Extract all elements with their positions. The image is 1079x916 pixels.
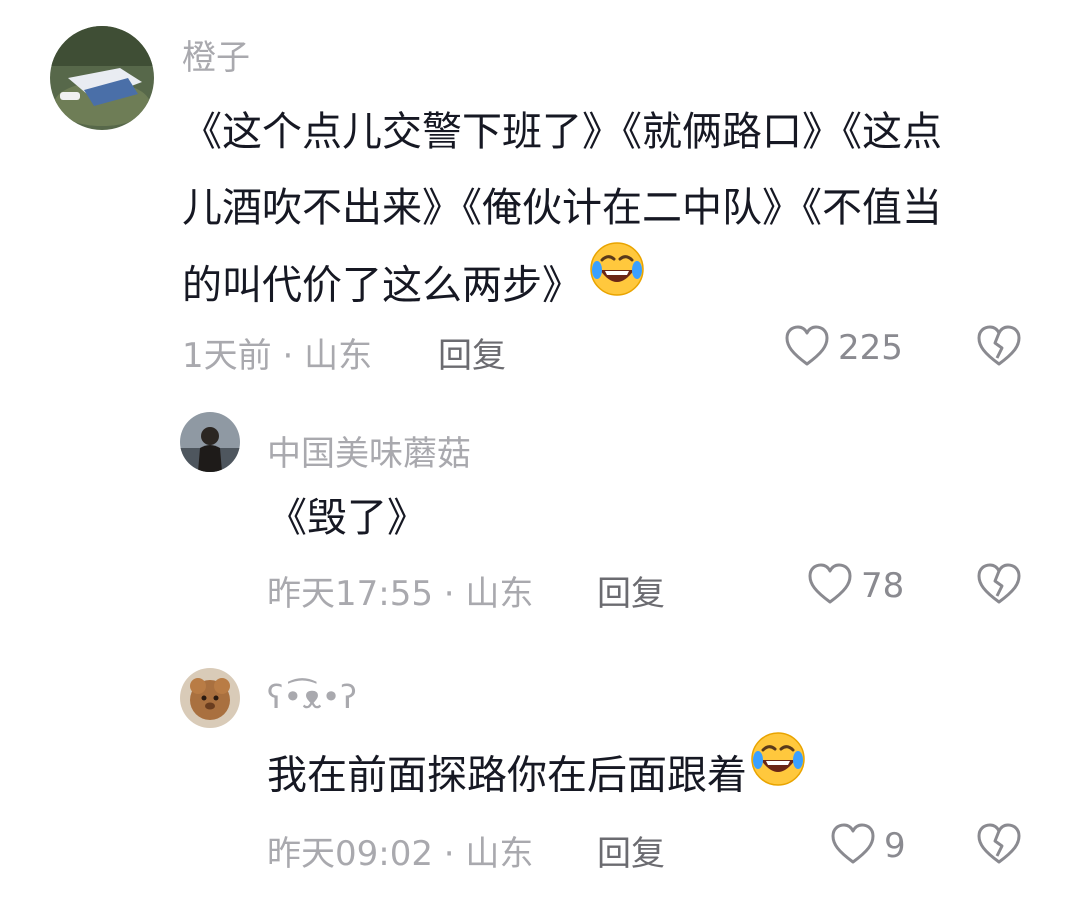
like-button[interactable]: 225 (784, 324, 903, 372)
like-button[interactable]: 78 (807, 562, 904, 610)
meta-separator: · (443, 834, 455, 874)
meta-separator: · (282, 336, 294, 376)
avatar[interactable] (50, 26, 154, 130)
comment-text: 我在前面探路你在后面跟着 (267, 732, 987, 819)
username[interactable]: 中国美味蘑菇 (267, 426, 471, 475)
broken-heart-icon (976, 823, 1022, 870)
comment-text-content: 我在前面探路你在后面跟着 (267, 752, 747, 799)
heart-outline-icon (807, 562, 853, 610)
location: 山东 (465, 574, 534, 614)
timestamp: 昨天17:55 (267, 574, 433, 614)
like-count: 78 (861, 566, 905, 606)
meta-separator: · (443, 574, 455, 614)
username[interactable]: ʕ•͡ᴥ•ʔ (267, 678, 357, 716)
like-button[interactable]: 9 (830, 822, 906, 870)
comment-text-content: 《毁了》 (267, 495, 427, 541)
heart-outline-icon (830, 822, 876, 870)
comment-text-content: 《这个点儿交警下班了》《就俩路口》《这点儿酒吹不出来》《俺伙计在二中队》《不值当… (182, 109, 942, 309)
dislike-button[interactable] (976, 562, 1022, 610)
comment-text: 《这个点儿交警下班了》《就俩路口》《这点儿酒吹不出来》《俺伙计在二中队》《不值当… (182, 94, 967, 329)
timestamp: 1天前 (182, 336, 272, 376)
broken-heart-icon (976, 325, 1022, 372)
reply-button[interactable]: 回复 (438, 328, 506, 377)
dislike-button[interactable] (976, 822, 1022, 870)
comment-text: 《毁了》 (267, 482, 967, 554)
avatar[interactable] (180, 668, 240, 728)
rolling-laughing-emoji (588, 240, 646, 323)
comment-meta: 昨天17:55 · 山东 (267, 566, 533, 615)
broken-heart-icon (976, 563, 1022, 610)
like-count: 9 (884, 826, 906, 866)
timestamp: 昨天09:02 (267, 834, 433, 874)
avatar[interactable] (180, 412, 240, 472)
rolling-laughing-emoji (749, 730, 807, 813)
reply-button[interactable]: 回复 (597, 566, 665, 615)
dislike-button[interactable] (976, 324, 1022, 372)
like-count: 225 (838, 328, 903, 368)
heart-outline-icon (784, 324, 830, 372)
reply-button[interactable]: 回复 (597, 826, 665, 875)
username[interactable]: 橙子 (182, 30, 250, 79)
location: 山东 (465, 834, 534, 874)
location: 山东 (304, 336, 373, 376)
comment-meta: 1天前 · 山东 (182, 328, 372, 377)
comment-meta: 昨天09:02 · 山东 (267, 826, 533, 875)
